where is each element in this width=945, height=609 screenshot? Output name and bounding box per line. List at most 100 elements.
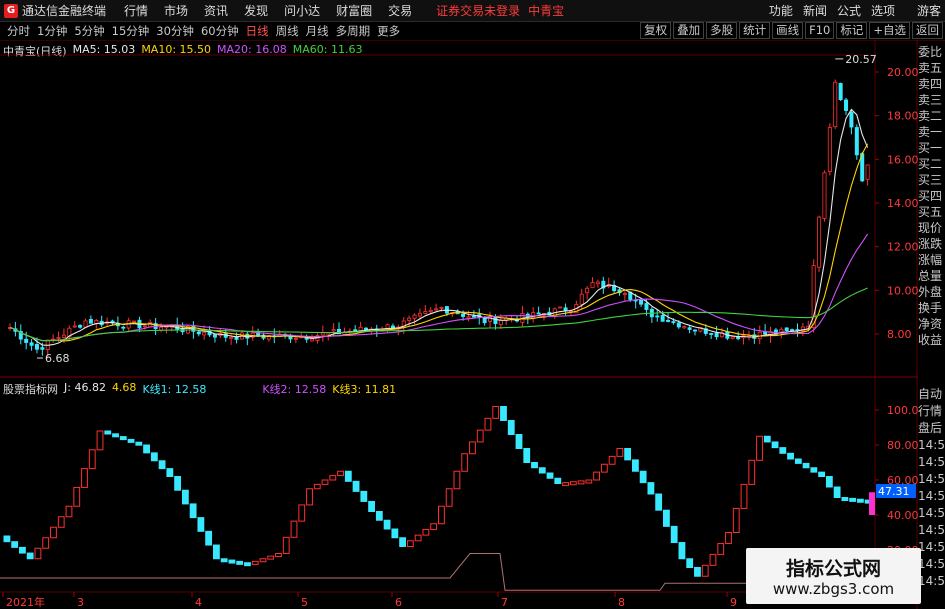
quote-label-2: 卖四 <box>918 77 943 91</box>
indicator-bar-83 <box>647 482 655 495</box>
menu-item-trade[interactable]: 交易 <box>388 2 412 19</box>
candle-body-57 <box>315 335 320 341</box>
indicator-bar-44 <box>344 470 352 482</box>
quote-label-9: 买四 <box>918 189 943 203</box>
price-tick-label-1: 18.00 <box>887 110 919 123</box>
x-label-1: 3 <box>77 596 84 609</box>
indicator-bar-24 <box>189 503 197 519</box>
candle-body-110 <box>601 280 606 289</box>
period-tab-8[interactable]: 月线 <box>306 23 329 39</box>
candle-body-33 <box>185 325 190 334</box>
indicator-bar-92 <box>717 542 725 555</box>
candle-body-41 <box>229 336 234 339</box>
indicator-bar-9 <box>73 486 81 507</box>
period-tab-7[interactable]: 周线 <box>276 23 299 39</box>
candle-body-71 <box>390 325 395 330</box>
tick-label-10: 14:50 <box>918 557 945 571</box>
indicator-bar-89 <box>694 567 701 577</box>
menu-item-function[interactable]: 功能 <box>769 2 793 19</box>
indicator-bar-73 <box>569 481 577 486</box>
candle-body-82 <box>450 312 455 315</box>
candle-body-61 <box>337 328 342 335</box>
candle-body-105 <box>574 304 579 314</box>
candle-body-27 <box>153 323 158 329</box>
period-tab-0[interactable]: 分时 <box>7 23 30 39</box>
x-label-7: 9 <box>730 596 737 609</box>
candle-body-90 <box>493 316 498 324</box>
period-tab-3[interactable]: 15分钟 <box>112 23 150 39</box>
indicator-bar-104 <box>810 467 818 473</box>
x-label-0: 2021年 <box>6 595 45 609</box>
indicator-bar-20 <box>158 460 166 470</box>
menu-item-discover[interactable]: 发现 <box>244 2 268 19</box>
indicator-bar-35 <box>275 553 282 557</box>
candle-body-149 <box>811 265 816 328</box>
menu-item-options[interactable]: 选项 <box>871 2 895 19</box>
indicator-legend-2: K线1: 12.58 <box>142 383 207 396</box>
quote-label-16: 换手 <box>918 301 943 315</box>
app-logo-icon: G <box>4 3 18 18</box>
menu-item-market[interactable]: 市场 <box>164 2 188 19</box>
indicator-bar-108 <box>841 497 849 501</box>
candle-body-11 <box>67 327 72 338</box>
menu-item-quotes[interactable]: 行情 <box>124 2 148 19</box>
menu-item-formula[interactable]: 公式 <box>837 2 861 19</box>
candle-body-24 <box>137 319 142 329</box>
period-tab-5[interactable]: 60分钟 <box>201 23 239 39</box>
period-tab-1[interactable]: 1分钟 <box>37 23 67 39</box>
indicator-bar-4 <box>34 547 42 560</box>
period-tab-4[interactable]: 30分钟 <box>156 23 194 39</box>
quote-label-12: 涨跌 <box>918 237 943 251</box>
candle-body-68 <box>374 328 379 331</box>
indicator-bar-76 <box>593 471 600 481</box>
tick-panel: 自动行情盘后 14:50 14:50 14:50 14:50 14:50 14:50 14:5… <box>918 386 945 590</box>
ma20-line <box>9 233 869 342</box>
candle-body-86 <box>471 315 476 318</box>
tool-button-4[interactable]: 画线 <box>772 22 804 39</box>
tool-button-8[interactable]: 返回 <box>912 22 943 39</box>
candle-body-112 <box>612 285 617 292</box>
indicator-bar-11 <box>88 449 96 470</box>
indicator-legend-4: K线3: 11.81 <box>332 383 397 396</box>
candle-body-62 <box>342 331 347 335</box>
menu-item-wealth[interactable]: 财富圈 <box>336 2 372 19</box>
tool-button-0[interactable]: 复权 <box>640 22 672 39</box>
tool-button-6[interactable]: 标记 <box>836 22 868 39</box>
candle-body-66 <box>363 327 368 330</box>
menu-item-layout[interactable]: 新闻 <box>803 2 827 19</box>
candle-body-6 <box>40 347 45 350</box>
period-tab-9[interactable]: 多周期 <box>336 23 371 39</box>
menu-item-ask[interactable]: 问小达 <box>284 2 320 19</box>
tool-button-5[interactable]: F10 <box>805 22 835 39</box>
candle-body-146 <box>795 329 800 332</box>
menu-item-guest[interactable]: 游客 <box>917 2 941 19</box>
period-tab-2[interactable]: 5分钟 <box>74 23 104 39</box>
tool-button-3[interactable]: 统计 <box>739 22 771 39</box>
candle-body-137 <box>746 335 751 338</box>
candle-body-32 <box>180 328 185 333</box>
candle-body-83 <box>455 311 460 315</box>
candle-body-130 <box>709 333 714 335</box>
candle-body-81 <box>444 306 449 314</box>
tick-label-11: 14:50 <box>918 574 945 588</box>
tool-button-2[interactable]: 多股 <box>706 22 738 39</box>
indicator-bar-68 <box>531 462 538 469</box>
candle-body-94 <box>515 319 520 322</box>
period-tab-6[interactable]: 日线 <box>246 23 269 39</box>
period-tab-10[interactable]: 更多 <box>377 23 400 39</box>
indicator-last-bar <box>869 492 875 515</box>
tool-button-1[interactable]: 叠加 <box>673 22 705 39</box>
candle-body-65 <box>358 326 363 331</box>
indicator-bar-94 <box>732 507 740 533</box>
menu-item-news[interactable]: 资讯 <box>204 2 228 19</box>
indicator-bar-14 <box>112 433 119 438</box>
sub-tick-label-2: 60.00 <box>887 474 919 487</box>
candle-body-26 <box>148 321 153 328</box>
indicator-bar-55 <box>430 523 438 530</box>
candle-body-55 <box>304 337 309 340</box>
login-status[interactable]: 证券交易未登录 <box>436 2 520 19</box>
candle-body-25 <box>142 325 147 328</box>
candle-body-7 <box>45 339 50 350</box>
tool-button-7[interactable]: +自选 <box>869 22 910 39</box>
indicator-bar-80 <box>624 448 632 461</box>
